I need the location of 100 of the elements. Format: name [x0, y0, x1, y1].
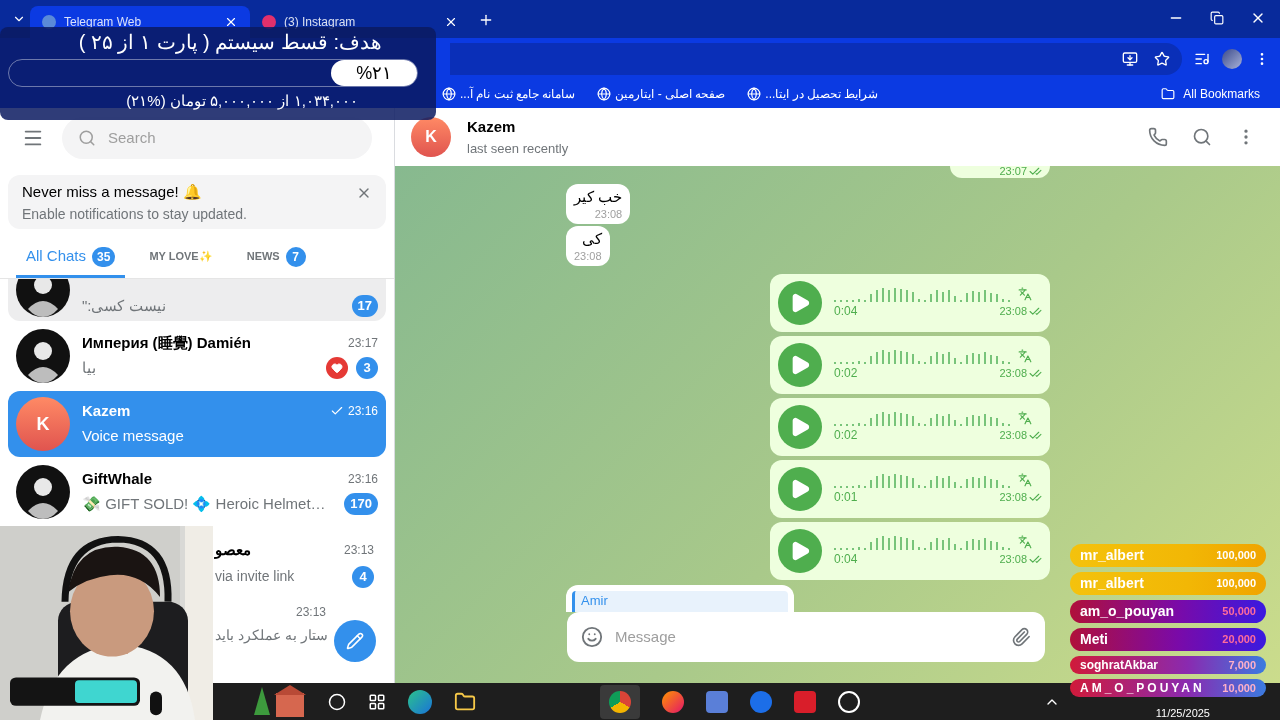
message-text: کی [581, 229, 602, 249]
profile-avatar[interactable] [1222, 49, 1242, 69]
donation-amount: 20,000 [1222, 632, 1256, 648]
unread-badge: 170 [344, 493, 378, 515]
donor-name: AM_O_POUYAN [1080, 680, 1205, 697]
donor-name: mr_albert [1080, 574, 1144, 593]
donation-amount: 100,000 [1216, 576, 1256, 592]
voice-duration: 0:01 [834, 489, 858, 506]
message-time: 23:08 [999, 366, 1027, 380]
translate-icon[interactable] [1018, 411, 1032, 425]
goal-percent: %۲۱ [356, 61, 393, 85]
restore-icon[interactable] [1210, 11, 1224, 25]
install-icon[interactable] [1122, 51, 1138, 67]
donation-amount: 100,000 [1216, 548, 1256, 564]
close-icon[interactable] [224, 15, 238, 29]
contact-status: last seen recently [467, 139, 570, 158]
translate-icon[interactable] [1018, 473, 1032, 487]
banner-title: Never miss a message! 🔔 [22, 182, 203, 202]
contact-name: Kazem [467, 117, 517, 137]
voice-duration: 0:04 [834, 551, 858, 568]
folder-icon [1161, 87, 1176, 101]
all-bookmarks-link[interactable]: All Bookmarks [1161, 85, 1260, 103]
play-button[interactable] [778, 281, 822, 325]
avatar: K [411, 117, 451, 157]
chat-time: 23:17 [347, 335, 378, 352]
attach-icon[interactable] [1011, 627, 1031, 647]
donor-name: Meti [1080, 630, 1108, 649]
bookmark-star-icon[interactable] [1154, 51, 1170, 67]
donor-name: soghratAkbar [1080, 657, 1159, 674]
reply-quote: Amir [572, 591, 788, 612]
search-icon[interactable] [328, 692, 346, 711]
search-field[interactable]: Search [62, 117, 372, 159]
message-time: 23:08 [574, 249, 602, 263]
globe-icon [442, 87, 456, 101]
globe-icon [597, 87, 612, 101]
media-icon[interactable] [1194, 51, 1210, 67]
folder-count-badge: 35 [92, 246, 116, 267]
new-message-button[interactable] [334, 620, 376, 662]
call-icon[interactable] [1148, 127, 1168, 147]
message-input[interactable]: Message [615, 625, 999, 649]
emoji-icon[interactable] [581, 626, 603, 648]
chat-preview: Voice message [82, 425, 184, 446]
banner-text: Enable notifications to stay updated. [22, 204, 248, 224]
search-icon [78, 129, 96, 147]
bookmark-link[interactable]: شرایط تحصیل در ایتا... [747, 85, 879, 103]
donation-amount: 50,000 [1222, 604, 1256, 620]
unread-badge: 3 [356, 357, 378, 379]
close-icon[interactable] [444, 15, 458, 29]
unread-badge: 17 [351, 295, 378, 317]
play-button[interactable] [778, 467, 822, 511]
voice-duration: 0:02 [834, 365, 858, 382]
chat-preview: ستار به عملکرد باید [215, 626, 328, 646]
unread-badge: 4 [352, 565, 374, 588]
message-time: 23:08 [999, 490, 1027, 504]
chat-name: Империя (睡覺) Damién [82, 332, 251, 353]
file-explorer-icon[interactable] [454, 690, 476, 713]
donation-amount: 10,000 [1222, 680, 1256, 696]
bookmark-link[interactable]: صفحه اصلی - ایتارمین [597, 85, 726, 103]
bookmark-link[interactable]: سامانه جامع ثبت نام آ... [442, 85, 576, 103]
chat-time: 23:16 [347, 471, 378, 488]
new-tab-icon[interactable] [478, 12, 494, 28]
task-view-icon[interactable] [368, 692, 386, 711]
globe-icon [747, 87, 762, 101]
chat-name: GiftWhale [82, 468, 152, 489]
chat-preview: نیست کسی:" [82, 295, 166, 316]
pencil-icon [346, 632, 364, 650]
app-icon[interactable] [838, 690, 860, 713]
translate-icon[interactable] [1018, 287, 1032, 301]
donation-amount: 7,000 [1228, 657, 1256, 673]
play-button[interactable] [778, 343, 822, 387]
goal-amount: ۱,۰۳۴,۰۰۰ از ۵,۰۰۰,۰۰۰ تومان (%۲۱) [126, 91, 359, 112]
taskbar-date: 11/25/2025 [1155, 707, 1210, 719]
voice-duration: 0:02 [834, 427, 858, 444]
chat-preview: 💸 GIFT SOLD! 💠 Heroic Helmet… [82, 493, 326, 514]
chat-preview: via invite link [215, 567, 295, 586]
chat-time: 23:16 [347, 403, 378, 420]
chat-time: 23:13 [343, 542, 374, 560]
message-text: خب کیر [574, 187, 623, 207]
chat-time: 23:13 [295, 604, 326, 621]
message-time: 23:08 [594, 207, 623, 221]
message-time: 23:08 [999, 428, 1027, 442]
tab-title: (3) Instagram [284, 14, 357, 31]
message-time: 23:07 [999, 164, 1027, 178]
translate-icon[interactable] [1018, 535, 1032, 549]
donor-name: am_o_pouyan [1080, 602, 1175, 621]
search-input[interactable]: Search [108, 126, 308, 150]
message-field[interactable]: Message [567, 612, 1045, 662]
play-button[interactable] [778, 405, 822, 449]
browser-app-icon[interactable] [408, 689, 432, 714]
translate-icon[interactable] [1018, 349, 1032, 363]
message-time: 23:08 [999, 304, 1027, 318]
folder-tab[interactable]: NEWS 7 [236, 238, 316, 278]
chat-name: Kazem [82, 400, 131, 421]
play-button[interactable] [778, 529, 822, 573]
avatar: K [16, 397, 70, 451]
voice-duration: 0:04 [834, 303, 858, 320]
chat-preview: بیا [82, 357, 96, 378]
donor-name: mr_albert [1080, 546, 1144, 565]
folder-count-badge: 7 [285, 246, 306, 267]
folder-tab[interactable]: MY LOVE✨ [139, 238, 223, 278]
